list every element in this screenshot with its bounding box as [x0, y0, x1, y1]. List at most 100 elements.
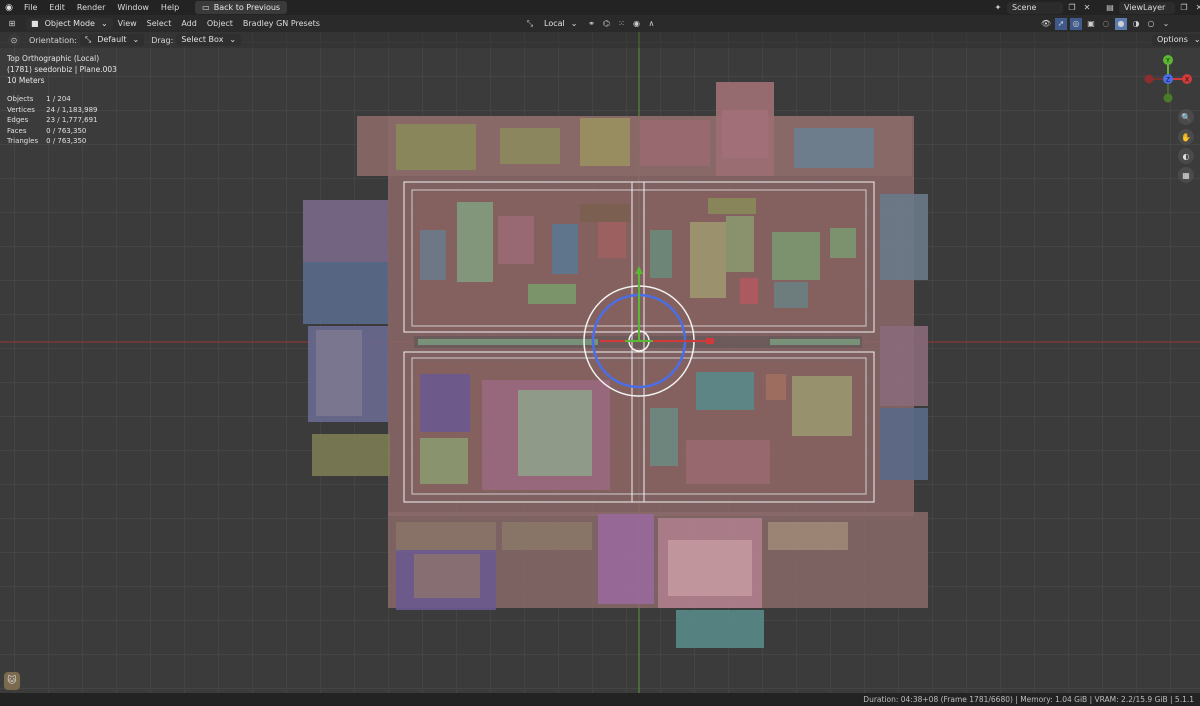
object-mode-icon: ■: [31, 18, 39, 28]
status-text: Duration: 04:38+08 (Frame 1781/6680) | M…: [863, 695, 1194, 704]
orientation-dropdown[interactable]: ⤡ Default ⌄: [79, 34, 145, 46]
screen-icon: ▭: [202, 3, 210, 12]
block-e2: [880, 326, 928, 406]
block-w2: [303, 262, 388, 324]
grid-toggle-icon[interactable]: ▦: [1178, 167, 1194, 183]
blender-logo-icon[interactable]: ◉: [0, 0, 18, 15]
menu-edit[interactable]: Edit: [43, 0, 71, 15]
block-s1: [396, 522, 496, 552]
ne-f: [830, 228, 856, 258]
pan-hand-icon[interactable]: ✋: [1178, 129, 1194, 145]
shading-controls: 👁 ➚ ◎ ▣ ◌ ● ◑ ○ ⌄: [1040, 17, 1172, 30]
mode-dropdown[interactable]: ■ Object Mode ⌄: [26, 17, 113, 30]
map-canvas: [0, 32, 1200, 693]
ne-h: [740, 278, 758, 304]
scene-name-field[interactable]: Scene: [1007, 1, 1063, 14]
proportional-edit-icon[interactable]: ◉: [630, 18, 642, 30]
editor-type-icon[interactable]: ⊞: [6, 18, 18, 30]
camera-view-icon[interactable]: ◐: [1178, 148, 1194, 164]
menu-object[interactable]: Object: [202, 19, 238, 28]
menu-select[interactable]: Select: [142, 19, 177, 28]
nw-d: [552, 224, 578, 274]
block-w4: [312, 434, 390, 476]
scene-icon[interactable]: ✦: [992, 2, 1004, 14]
pivot-icon[interactable]: ⚭: [585, 18, 597, 30]
shading-options-icon[interactable]: ⌄: [1160, 18, 1172, 30]
viewport-header: ⊞ ■ Object Mode ⌄ View Select Add Object…: [0, 15, 1200, 32]
sw-a: [420, 374, 470, 432]
xray-icon[interactable]: ▣: [1085, 18, 1097, 30]
block-s4: [598, 514, 654, 604]
snap-icon[interactable]: ⌬: [600, 18, 612, 30]
stat-row: Faces 0 / 763,350: [7, 126, 87, 135]
visibility-icon[interactable]: 👁: [1040, 18, 1052, 30]
menu-file[interactable]: File: [18, 0, 43, 15]
block-tower-inner: [722, 110, 768, 158]
chevron-down-icon: ⌄: [132, 35, 140, 44]
block-n3: [580, 118, 630, 166]
transform-orientation-icon[interactable]: ⤡: [524, 18, 536, 30]
orientation-value: Default: [97, 35, 127, 44]
nw-g: [580, 204, 630, 222]
nw-c: [498, 216, 534, 264]
block-s3: [502, 522, 592, 550]
road-median-east: [770, 339, 860, 345]
rendered-shading-icon[interactable]: ○: [1145, 18, 1157, 30]
se-c: [686, 440, 770, 484]
options-dropdown[interactable]: Options ⌄: [1152, 34, 1200, 46]
viewlayer-name-field[interactable]: ViewLayer: [1119, 1, 1175, 14]
menu-view[interactable]: View: [113, 19, 142, 28]
menu-bradley-gn-presets[interactable]: Bradley GN Presets: [238, 19, 325, 28]
sw-b: [420, 438, 468, 484]
menu-window[interactable]: Window: [111, 0, 155, 15]
stat-row: Objects 1 / 204: [7, 95, 71, 103]
wireframe-shading-icon[interactable]: ◌: [1100, 18, 1112, 30]
menu-add[interactable]: Add: [176, 19, 202, 28]
solid-shading-icon[interactable]: ●: [1115, 17, 1127, 30]
viewlayer-icon[interactable]: ▤: [1104, 2, 1116, 14]
drag-label: Drag:: [151, 35, 174, 45]
falloff-icon[interactable]: ∧: [645, 18, 657, 30]
drag-dropdown[interactable]: Select Box ⌄: [176, 34, 242, 46]
overlay-toggle-icon[interactable]: ◎: [1070, 17, 1082, 30]
stat-row: Edges 23 / 1,777,691: [7, 116, 98, 125]
block-n4: [640, 120, 710, 166]
copy-viewlayer-icon[interactable]: ❐: [1178, 2, 1190, 14]
nav-y-label: Y: [1165, 58, 1170, 65]
ne-a: [650, 230, 672, 278]
viewlayer-selector: ▤ ViewLayer ❐ ✕: [1104, 1, 1200, 14]
scene-statistics: Objects 1 / 204 Vertices 24 / 1,183,989 Ed…: [7, 94, 105, 147]
block-s2-inner: [414, 554, 480, 598]
block-e3: [880, 408, 928, 480]
delete-scene-icon[interactable]: ✕: [1081, 2, 1093, 14]
nw-e: [598, 222, 626, 258]
snap-target-icon[interactable]: ⁙: [615, 18, 627, 30]
block-w1: [303, 200, 388, 262]
block-w3-inner: [316, 330, 362, 416]
ne-c: [726, 216, 754, 272]
active-tool-icon[interactable]: ⊙: [8, 34, 20, 46]
orientation-label: Orientation:: [29, 35, 77, 45]
chevron-down-icon: ⌄: [1193, 35, 1200, 44]
menu-help[interactable]: Help: [155, 0, 185, 15]
se-e: [766, 374, 786, 400]
transform-orientation-label: Local: [544, 18, 565, 28]
road-median-west: [418, 339, 598, 345]
gizmo-toggle-icon[interactable]: ➚: [1055, 17, 1067, 30]
delete-viewlayer-icon[interactable]: ✕: [1193, 2, 1200, 14]
block-s6: [768, 522, 848, 550]
material-shading-icon[interactable]: ◑: [1130, 18, 1142, 30]
navigation-gizmo[interactable]: Y X Z: [1143, 54, 1193, 104]
back-to-previous-button[interactable]: ▭ Back to Previous: [195, 1, 288, 14]
stat-row: Vertices 24 / 1,183,989: [7, 105, 98, 114]
3d-viewport[interactable]: Y X Z 🔍 ✋ ◐ ▦ 🐱: [0, 32, 1200, 693]
transform-orientation-dropdown[interactable]: Local ⌄: [539, 18, 582, 30]
zoom-icon[interactable]: 🔍: [1178, 109, 1194, 125]
menu-render[interactable]: Render: [71, 0, 111, 15]
tool-header: ⊙ Orientation: ⤡ Default ⌄ Drag: Select …: [0, 32, 1200, 48]
grid-scale: 10 Meters: [7, 76, 45, 85]
chevron-down-icon: ⌄: [570, 18, 578, 28]
mode-label: Object Mode: [44, 18, 95, 28]
copy-scene-icon[interactable]: ❐: [1066, 2, 1078, 14]
options-label: Options: [1157, 35, 1188, 44]
